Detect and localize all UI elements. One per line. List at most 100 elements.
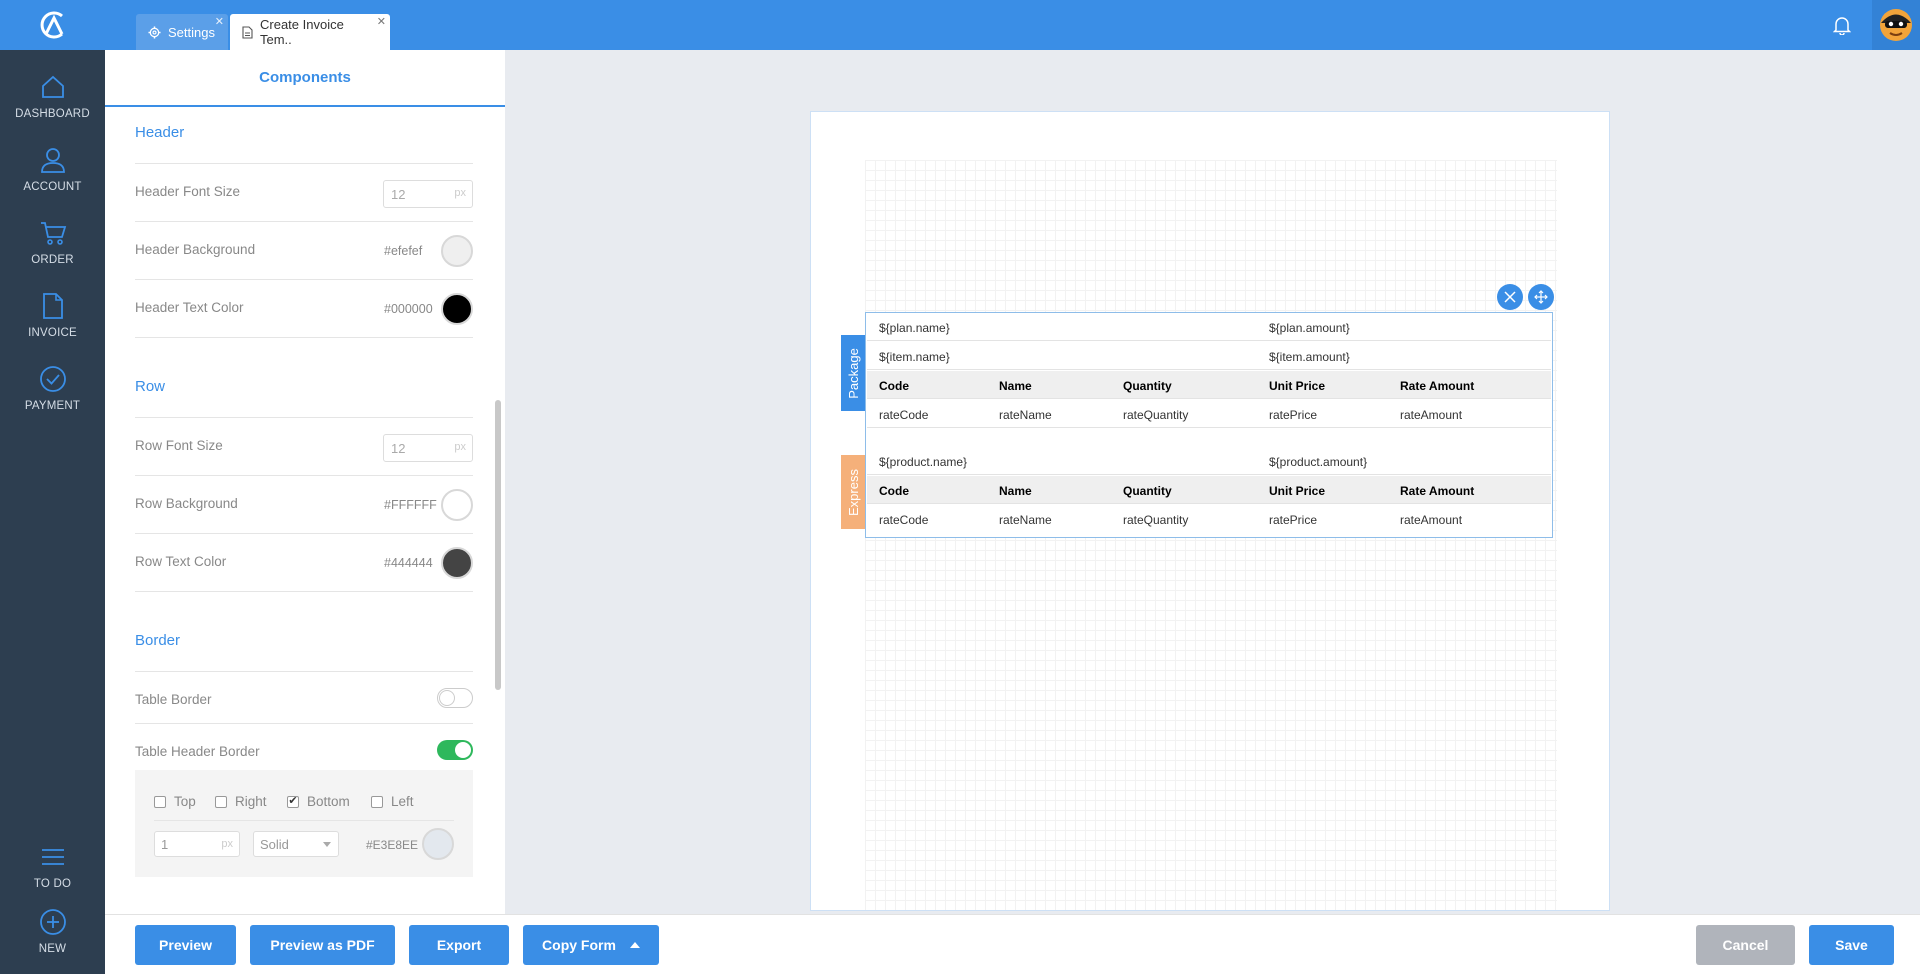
row-font-size-input[interactable]: 12 px xyxy=(383,434,473,462)
row-text-color-value: #444444 xyxy=(384,556,433,570)
avatar[interactable] xyxy=(1872,0,1920,50)
item-name-cell: ${item.name} xyxy=(879,350,950,364)
table-header-border-toggle[interactable] xyxy=(437,740,473,760)
table-cell: rateAmount xyxy=(1400,408,1463,422)
table-row: ${product.name} ${product.amount} xyxy=(867,447,1551,475)
check-circle-icon xyxy=(39,362,67,396)
column-header: Code xyxy=(879,379,909,393)
sidebar-item-invoice[interactable]: INVOICE xyxy=(0,289,105,354)
section-border-title: Border xyxy=(135,632,181,649)
close-icon[interactable]: ✕ xyxy=(215,15,224,28)
preview-pdf-button[interactable]: Preview as PDF xyxy=(250,925,395,965)
column-header: Unit Price xyxy=(1269,484,1326,498)
table-cell: rateAmount xyxy=(1400,513,1463,527)
sidebar-item-new[interactable]: NEW xyxy=(0,905,105,970)
export-button[interactable]: Export xyxy=(409,925,509,965)
sidebar-item-order[interactable]: ORDER xyxy=(0,216,105,281)
table-row: ${plan.name} ${plan.amount} xyxy=(867,313,1551,341)
divider xyxy=(135,723,473,724)
header-font-size-label: Header Font Size xyxy=(135,184,241,199)
save-button[interactable]: Save xyxy=(1809,925,1894,965)
border-bottom-checkbox[interactable]: ✔ Bottom xyxy=(287,794,350,809)
table-border-toggle[interactable] xyxy=(437,688,473,708)
move-component-button[interactable] xyxy=(1528,284,1554,310)
sidebar-item-todo[interactable]: TO DO xyxy=(0,840,105,905)
toggle-knob xyxy=(439,690,455,706)
column-header: Quantity xyxy=(1123,379,1172,393)
divider xyxy=(135,279,473,280)
remove-component-button[interactable] xyxy=(1497,284,1523,310)
row-text-color-swatch[interactable] xyxy=(441,547,473,579)
top-bar: Settings ✕ Create Invoice Tem.. ✕ xyxy=(0,0,1920,50)
border-color-swatch[interactable] xyxy=(422,828,454,860)
table-header-row: Code Name Quantity Unit Price Rate Amoun… xyxy=(867,371,1551,399)
sidebar-item-label: DASHBOARD xyxy=(15,108,90,120)
sidebar-item-label: ACCOUNT xyxy=(23,181,82,193)
copy-form-label: Copy Form xyxy=(542,937,616,953)
header-background-swatch[interactable] xyxy=(441,235,473,267)
sidebar-item-payment[interactable]: PAYMENT xyxy=(0,362,105,427)
checkbox-label: Left xyxy=(391,794,414,809)
checkbox-box[interactable] xyxy=(154,795,166,808)
table-row: ${item.name} ${item.amount} xyxy=(867,342,1551,370)
app-logo[interactable] xyxy=(0,0,105,50)
border-width-input[interactable]: 1 px xyxy=(154,831,240,857)
header-font-size-input[interactable]: 12 px xyxy=(383,180,473,208)
panel-scrollbar[interactable] xyxy=(495,400,501,690)
header-background-value: #efefef xyxy=(384,244,423,258)
table-cell: rateQuantity xyxy=(1123,408,1189,422)
checkbox-box[interactable] xyxy=(371,795,383,808)
border-style-select[interactable]: Solid xyxy=(253,831,339,857)
close-icon xyxy=(1504,291,1516,303)
border-top-checkbox[interactable]: Top xyxy=(154,794,196,809)
cancel-button[interactable]: Cancel xyxy=(1696,925,1795,965)
express-tag-label: Express xyxy=(845,468,861,516)
copy-form-button[interactable]: Copy Form xyxy=(523,925,659,965)
column-header: Rate Amount xyxy=(1400,484,1475,498)
border-width-value: 1 xyxy=(161,836,169,852)
header-font-size-value: 12 xyxy=(391,186,406,202)
tab-create-invoice-template[interactable]: Create Invoice Tem.. ✕ xyxy=(230,14,390,50)
user-icon xyxy=(39,143,67,177)
header-text-color-swatch[interactable] xyxy=(441,293,473,325)
table-row: rateCode rateName rateQuantity ratePrice… xyxy=(867,400,1551,428)
checkmark-icon[interactable]: ✔ xyxy=(287,795,299,808)
invoice-table-component[interactable]: ${plan.name} ${plan.amount} ${item.name}… xyxy=(865,312,1553,538)
bell-icon[interactable] xyxy=(1830,13,1854,37)
sidebar-item-label: TO DO xyxy=(33,878,72,890)
table-cell: rateName xyxy=(999,513,1052,527)
gear-icon xyxy=(148,25,161,39)
table-cell: rateName xyxy=(999,408,1052,422)
checkbox-box[interactable] xyxy=(215,795,227,808)
document-icon xyxy=(242,25,253,39)
unit-label: px xyxy=(454,441,466,453)
border-color-value: #E3E8EE xyxy=(366,838,419,852)
express-tag[interactable]: Express xyxy=(841,455,865,529)
unit-label: px xyxy=(221,838,233,850)
row-background-swatch[interactable] xyxy=(441,489,473,521)
border-left-checkbox[interactable]: Left xyxy=(371,794,414,809)
tab-settings[interactable]: Settings ✕ xyxy=(136,14,228,50)
divider xyxy=(135,671,473,672)
package-tag[interactable]: Package xyxy=(841,335,865,411)
border-style-value: Solid xyxy=(260,836,289,852)
move-icon xyxy=(1534,290,1548,304)
border-right-checkbox[interactable]: Right xyxy=(215,794,267,809)
preview-button[interactable]: Preview xyxy=(135,925,236,965)
item-amount-cell: ${item.amount} xyxy=(1269,350,1350,364)
divider xyxy=(135,221,473,222)
header-text-color-value: #000000 xyxy=(384,302,433,316)
close-icon[interactable]: ✕ xyxy=(377,15,386,28)
column-header: Name xyxy=(999,379,1032,393)
tab-create-invoice-label: Create Invoice Tem.. xyxy=(260,17,344,47)
divider xyxy=(154,820,454,821)
column-header: Code xyxy=(879,484,909,498)
sidebar-item-account[interactable]: ACCOUNT xyxy=(0,143,105,208)
table-header-row: Code Name Quantity Unit Price Rate Amoun… xyxy=(867,476,1551,504)
sidebar-item-label: PAYMENT xyxy=(24,400,81,412)
sidebar-item-label: NEW xyxy=(38,943,67,955)
sidebar-item-dashboard[interactable]: DASHBOARD xyxy=(0,70,105,135)
cart-icon xyxy=(39,216,67,250)
panel-title[interactable]: Components xyxy=(105,50,505,107)
plan-amount-cell: ${plan.amount} xyxy=(1269,321,1350,335)
